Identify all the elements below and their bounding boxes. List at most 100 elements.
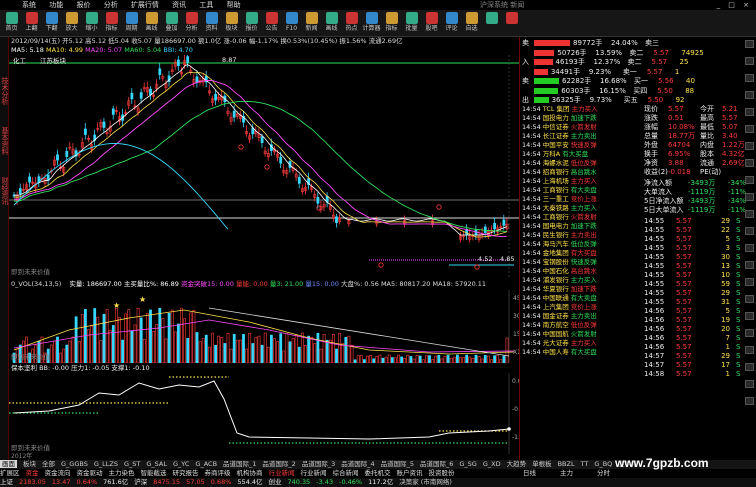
alert-row[interactable]: 14:54 中国石化 高台跳水	[522, 267, 642, 276]
alert-row[interactable]: 14:54 南方航空 低位反弹	[522, 321, 642, 330]
alert-row[interactable]: 14:54 工商银行 火箭发射	[522, 213, 642, 222]
alert-row[interactable]: 14:54 国投电力 加速下跌	[522, 114, 642, 123]
alert-row[interactable]: 14:54 金地集团 有大买盘	[522, 249, 642, 258]
alert-row[interactable]: 14:54 国电电力 加速下跌	[522, 222, 642, 231]
block-tab[interactable]: G_YC	[173, 460, 189, 468]
function-tab[interactable]: 资金	[26, 469, 39, 477]
toolbar-button-5[interactable]: 指标	[102, 12, 121, 36]
block-tab[interactable]: G_ST	[124, 460, 140, 468]
side-tool-button[interactable]	[745, 57, 754, 65]
alert-row[interactable]: 14:54 长江证券 主力卖出	[522, 132, 642, 141]
function-tab[interactable]: 扩展区	[0, 469, 20, 477]
block-tab[interactable]: 大趋势	[507, 460, 527, 468]
toolbar-button-14[interactable]: F10	[282, 12, 301, 36]
function-tab[interactable]: 智能截选	[141, 469, 167, 477]
tab-fundamentals[interactable]: 基本资料	[0, 127, 9, 155]
alert-row[interactable]: 14:54 上海机场 主力买入	[522, 177, 642, 186]
function-tab[interactable]: 券商评级	[205, 469, 231, 477]
toolbar-button-15[interactable]: 新闻	[302, 12, 321, 36]
alert-row[interactable]: 14:54 民生银行 主力卖出	[522, 231, 642, 240]
function-tab[interactable]: 资金驱动	[77, 469, 103, 477]
alert-row[interactable]: 14:54 工商银行 有大卖盘	[522, 186, 642, 195]
side-tool-button[interactable]	[745, 74, 754, 82]
function-tab[interactable]: 机构协商	[237, 469, 263, 477]
side-tool-button[interactable]	[745, 380, 754, 388]
block-tab[interactable]: 品道国际_1	[223, 460, 256, 468]
menu-function[interactable]: 功能	[49, 1, 63, 9]
block-tab[interactable]: 品道国际_3	[302, 460, 335, 468]
side-tool-button[interactable]	[745, 40, 754, 48]
alert-row[interactable]: 14:54 TCL 集团 主力买入	[522, 105, 642, 114]
toolbar-button-2[interactable]: 下翻	[42, 12, 61, 36]
toolbar-button-20[interactable]: 批量	[402, 12, 421, 36]
alert-row[interactable]: 14:54 国金证券 主力卖出	[522, 312, 642, 321]
toolbar-button-8[interactable]: 叠加	[162, 12, 181, 36]
block-tab[interactable]: 板块	[23, 460, 36, 468]
toolbar-button-3[interactable]: 放大	[62, 12, 81, 36]
alert-row[interactable]: 14:54 中国联通 有大卖盘	[522, 294, 642, 303]
toolbar-button-1[interactable]: 上翻	[22, 12, 41, 36]
side-tool-button[interactable]	[745, 176, 754, 184]
block-tab[interactable]: BBZL	[558, 460, 575, 468]
side-tool-button[interactable]	[745, 312, 754, 320]
alert-row[interactable]: 14:54 上汽集团 竞价上涨	[522, 303, 642, 312]
block-tab[interactable]: G_GGBS	[61, 460, 88, 468]
alert-row[interactable]: 14:54 大秦铁路 主力买入	[522, 204, 642, 213]
toolbar-button-23[interactable]: 自选	[462, 12, 481, 36]
side-tool-button[interactable]	[745, 193, 754, 201]
side-tool-button[interactable]	[745, 125, 754, 133]
block-tab[interactable]: TT	[581, 460, 589, 468]
side-tool-button[interactable]	[745, 295, 754, 303]
block-tab[interactable]: 全部	[42, 460, 55, 468]
block-tab[interactable]: G_SG	[459, 460, 476, 468]
alert-row[interactable]: 14:54 浦发银行 主力买入	[522, 276, 642, 285]
side-tool-button[interactable]	[745, 329, 754, 337]
toolbar-button-18[interactable]: 计算器	[362, 12, 381, 36]
block-tab[interactable]: 单根板	[532, 460, 552, 468]
alert-row[interactable]: 14:54 招商银行 高台跳水	[522, 168, 642, 177]
side-tool-button[interactable]	[745, 91, 754, 99]
side-tool-button[interactable]	[745, 346, 754, 354]
menu-quote[interactable]: 报价	[76, 1, 90, 9]
alert-row[interactable]: 14:54 光大证券 主力买入	[522, 339, 642, 348]
menu-tools[interactable]: 工具	[199, 1, 213, 9]
right-tab-0[interactable]: 日线	[519, 469, 536, 477]
alert-row[interactable]: 14:54 中国国航 火箭发射	[522, 330, 642, 339]
toolbar-button-24[interactable]	[482, 12, 501, 36]
right-tab-1[interactable]: 主力	[556, 469, 573, 477]
side-tool-button[interactable]	[745, 108, 754, 116]
side-tool-button[interactable]	[745, 159, 754, 167]
menu-news[interactable]: 资讯	[172, 1, 186, 9]
function-tab[interactable]: 研究报告	[173, 469, 199, 477]
block-tab[interactable]: G_SAL	[146, 460, 167, 468]
menu-help[interactable]: 帮助	[227, 1, 241, 9]
toolbar-button-21[interactable]: 股吧	[422, 12, 441, 36]
toolbar-button-17[interactable]: 热点	[342, 12, 361, 36]
function-tab[interactable]: 资金流向	[45, 469, 71, 477]
candlestick-chart[interactable]	[9, 55, 519, 278]
toolbar-button-25[interactable]	[502, 12, 521, 36]
side-tool-button[interactable]	[745, 210, 754, 218]
right-tab-2[interactable]: 分时	[593, 469, 610, 477]
block-tab[interactable]: G_XD	[483, 460, 501, 468]
alert-row[interactable]: 14:54 宝钢股份 快速反弹	[522, 258, 642, 267]
indicator-chart[interactable]: 0.00 -0.50 -1.00	[9, 373, 519, 454]
function-tab[interactable]: 行业新闻	[301, 469, 327, 477]
alert-row[interactable]: 14:54 中国平安 快速反弹	[522, 141, 642, 150]
toolbar-button-12[interactable]: 报价	[242, 12, 261, 36]
toolbar-button-0[interactable]: 首页	[2, 12, 21, 36]
alert-row[interactable]: 14:54 万科A 有大买盘	[522, 150, 642, 159]
function-tab[interactable]: 投资股份	[429, 469, 455, 477]
toolbar-button-9[interactable]: 分析	[182, 12, 201, 36]
toolbar-button-19[interactable]: 指标	[382, 12, 401, 36]
toolbar-button-10[interactable]: 资料	[202, 12, 221, 36]
alert-row[interactable]: 14:54 海马汽车 低位反弹	[522, 240, 642, 249]
menu-system[interactable]: 系统	[22, 1, 36, 9]
block-tab[interactable]: G_ACB	[195, 460, 217, 468]
function-tab[interactable]: 主力染色	[109, 469, 135, 477]
side-tool-button[interactable]	[745, 142, 754, 150]
tab-technical[interactable]: 技术分析	[0, 77, 9, 105]
function-tab[interactable]: 账户资讯	[397, 469, 423, 477]
block-tab[interactable]: 品道国际_2	[262, 460, 295, 468]
toolbar-button-6[interactable]: 周期	[122, 12, 141, 36]
